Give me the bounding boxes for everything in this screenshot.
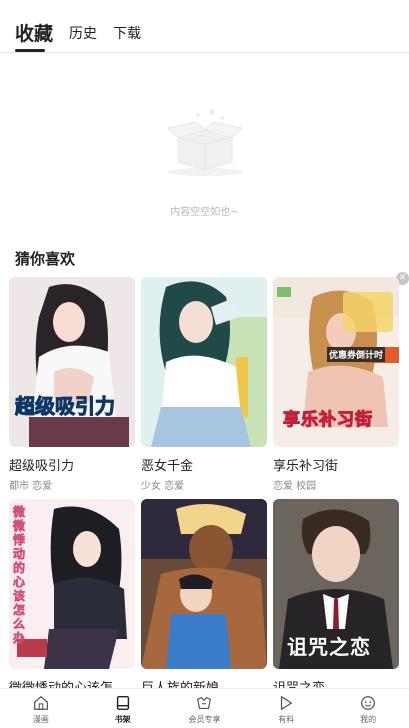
top-tab-bar: 收藏 历史 下载 xyxy=(0,0,409,52)
comic-tags: 都市 恋爱 xyxy=(9,481,53,492)
vip-icon xyxy=(197,696,212,709)
comic-cover: 超级吸引力 xyxy=(9,277,135,447)
nav-label: 会员专享 xyxy=(188,715,221,724)
nav-label: 我的 xyxy=(360,715,377,724)
bookshelf-icon xyxy=(116,695,129,711)
nav-item-vip[interactable]: 会员专享 xyxy=(164,689,246,728)
bottom-nav: 漫画 书架 会员专享 有料 我的 xyxy=(0,688,409,728)
nav-item-bookshelf[interactable]: 书架 xyxy=(82,689,164,728)
cover-title: 享乐补习街 xyxy=(283,410,373,431)
comic-cover xyxy=(141,499,267,669)
comic-card[interactable]: 微微悸动的心该怎么办 微微悸动的心该怎... xyxy=(9,499,135,696)
nav-item-profile[interactable]: 我的 xyxy=(327,689,409,728)
comic-tags: 恋爱 校园 xyxy=(273,481,317,492)
comic-cover: 微微悸动的心该怎么办 xyxy=(9,499,135,669)
cover-title: 微微悸动的心该怎么办 xyxy=(13,505,26,646)
profile-icon xyxy=(361,696,376,710)
empty-state-text: 内容空空如也~ xyxy=(170,207,239,218)
home-icon xyxy=(33,695,48,710)
nav-label: 漫画 xyxy=(32,715,49,724)
comic-title: 超级吸引力 xyxy=(9,459,75,474)
empty-state: 内容空空如也~ xyxy=(0,100,409,220)
comic-title: 恶女千金 xyxy=(141,459,194,474)
comic-cover xyxy=(141,277,267,447)
comic-card[interactable]: 诅咒之恋 诅咒之恋 xyxy=(273,499,399,696)
cover-subtitle: 优惠券倒计时 xyxy=(327,347,386,362)
nav-item-feed[interactable]: 有料 xyxy=(245,689,327,728)
nav-label: 书架 xyxy=(114,715,131,724)
comic-card[interactable]: 超级吸引力 超级吸引力 都市 恋爱 xyxy=(9,277,135,492)
cover-title: 超级吸引力 xyxy=(15,394,116,418)
comic-tags: 少女 恋爱 xyxy=(141,481,185,492)
comic-cover: 诅咒之恋 xyxy=(273,499,399,669)
comic-cover: 优惠券倒计时 享乐补习街 xyxy=(273,277,399,447)
comic-title: 享乐补习街 xyxy=(273,459,339,474)
comic-card[interactable]: 优惠券倒计时 享乐补习街 享乐补习街 恋爱 校园 xyxy=(273,277,399,492)
comic-card[interactable]: 巨人族的新娘 xyxy=(141,499,267,696)
tabs-divider xyxy=(0,52,409,53)
recommend-section-title: 猜你喜欢 xyxy=(15,250,76,268)
play-icon xyxy=(281,696,293,710)
empty-box-icon xyxy=(166,109,244,176)
tab-downloads[interactable]: 下载 xyxy=(113,23,141,52)
comic-card[interactable]: 恶女千金 少女 恋爱 xyxy=(141,277,267,492)
nav-label: 有料 xyxy=(278,715,295,724)
tab-favorites[interactable]: 收藏 xyxy=(15,19,53,52)
tab-history[interactable]: 历史 xyxy=(69,23,97,52)
nav-item-comics[interactable]: 漫画 xyxy=(0,689,82,728)
cover-title: 诅咒之恋 xyxy=(287,635,371,659)
